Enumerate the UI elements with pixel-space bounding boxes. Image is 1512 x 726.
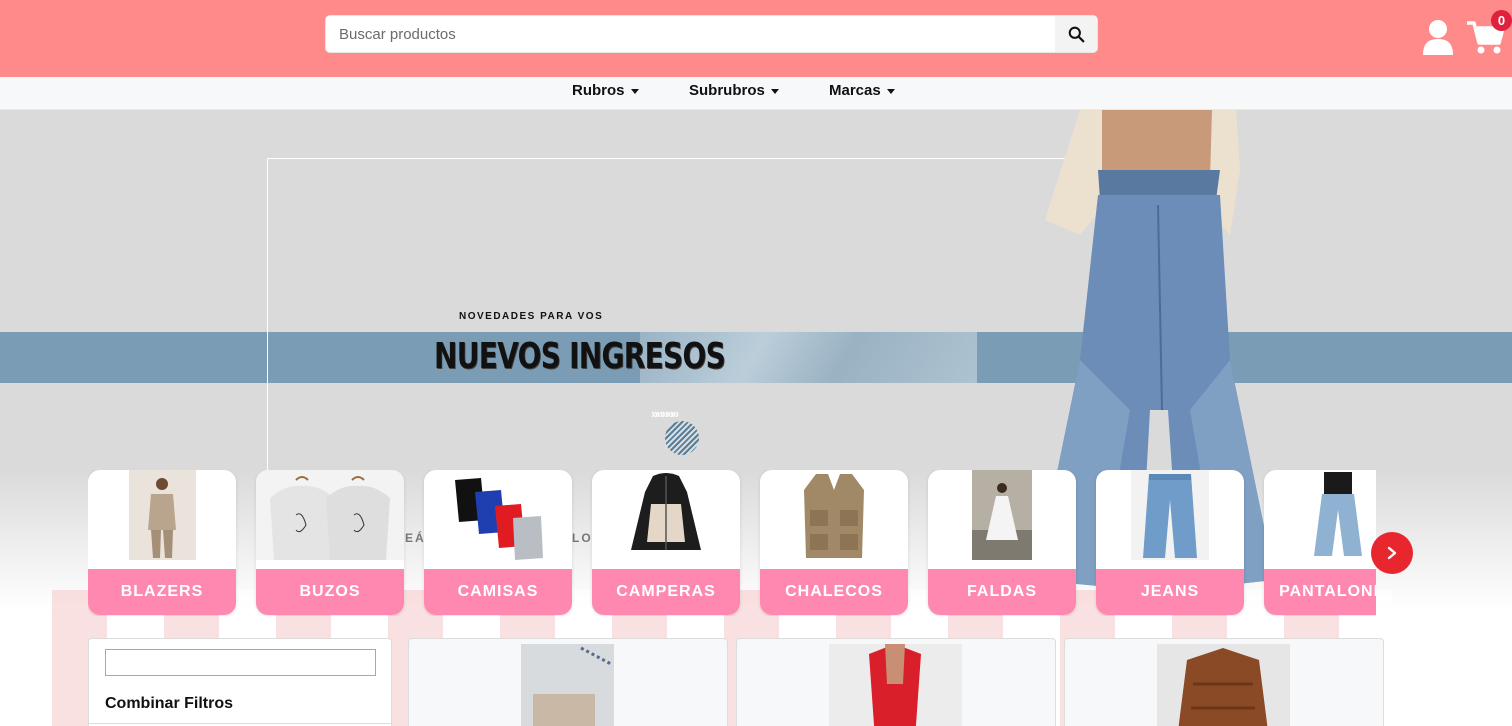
nav-marcas-dropdown[interactable]: Marcas bbox=[829, 82, 895, 99]
header-bar: 0 bbox=[0, 0, 1512, 77]
product-card[interactable] bbox=[408, 638, 728, 726]
category-label: CAMPERAS bbox=[592, 569, 740, 615]
camperas-image bbox=[625, 470, 707, 560]
filters-title: Combinar Filtros bbox=[105, 695, 234, 712]
nav-rubros-label: Rubros bbox=[572, 82, 625, 99]
divider bbox=[89, 723, 391, 724]
hero-dot-decoration bbox=[665, 421, 699, 455]
category-card-pantalones[interactable]: PANTALONES bbox=[1264, 470, 1376, 615]
buzos-image bbox=[256, 470, 404, 560]
category-label: JEANS bbox=[1096, 569, 1244, 615]
category-label: PANTALONES bbox=[1264, 569, 1376, 615]
category-card-blazers[interactable]: BLAZERS bbox=[88, 470, 236, 615]
category-label: FALDAS bbox=[928, 569, 1076, 615]
category-label: CHALECOS bbox=[760, 569, 908, 615]
category-nav: Rubros Subrubros Marcas bbox=[0, 77, 1512, 110]
chalecos-image bbox=[800, 470, 868, 560]
product-card[interactable] bbox=[736, 638, 1056, 726]
category-card-faldas[interactable]: FALDAS bbox=[928, 470, 1076, 615]
blazers-image bbox=[128, 470, 196, 560]
product-image bbox=[521, 644, 614, 726]
search-button[interactable] bbox=[1055, 16, 1097, 52]
user-icon[interactable] bbox=[1421, 19, 1455, 55]
search-input[interactable] bbox=[326, 16, 1056, 52]
search-icon bbox=[1068, 26, 1084, 42]
jeans-image bbox=[1131, 470, 1209, 560]
nav-subrubros-dropdown[interactable]: Subrubros bbox=[689, 82, 779, 99]
filter-banner-image bbox=[105, 649, 376, 676]
category-card-camisas[interactable]: CAMISAS bbox=[424, 470, 572, 615]
faldas-image bbox=[972, 470, 1032, 560]
carousel-next-button[interactable] bbox=[1371, 532, 1413, 574]
product-image bbox=[829, 644, 962, 726]
filters-panel: Combinar Filtros bbox=[88, 638, 392, 726]
cart-count-badge: 0 bbox=[1491, 10, 1512, 31]
category-label: BUZOS bbox=[256, 569, 404, 615]
hero-kicker: NOVEDADES PARA VOS bbox=[459, 311, 604, 322]
category-card-chalecos[interactable]: CHALECOS bbox=[760, 470, 908, 615]
hero-banner[interactable]: NOVEDADES PARA VOS NUEVOS INGRESOS »»»»»… bbox=[0, 110, 1512, 726]
hero-arrows-decoration: »»»»» bbox=[651, 406, 679, 421]
product-image bbox=[1157, 644, 1290, 726]
category-label: CAMISAS bbox=[424, 569, 572, 615]
category-card-buzos[interactable]: BUZOS bbox=[256, 470, 404, 615]
hero-title: NUEVOS INGRESOS bbox=[434, 336, 726, 377]
product-card[interactable] bbox=[1064, 638, 1384, 726]
nav-rubros-dropdown[interactable]: Rubros bbox=[572, 82, 639, 99]
camisas-image bbox=[453, 470, 543, 560]
chevron-right-icon bbox=[1387, 546, 1397, 560]
caret-down-icon bbox=[630, 88, 639, 94]
caret-down-icon bbox=[886, 88, 895, 94]
search-bar bbox=[325, 15, 1098, 53]
nav-subrubros-label: Subrubros bbox=[689, 82, 765, 99]
pantalones-image bbox=[1304, 470, 1372, 560]
nav-marcas-label: Marcas bbox=[829, 82, 881, 99]
category-carousel: BLAZERS BUZOS CAMISAS CAMPERAS CHALECOS … bbox=[88, 470, 1376, 616]
caret-down-icon bbox=[770, 88, 779, 94]
category-card-camperas[interactable]: CAMPERAS bbox=[592, 470, 740, 615]
category-label: BLAZERS bbox=[88, 569, 236, 615]
category-card-jeans[interactable]: JEANS bbox=[1096, 470, 1244, 615]
